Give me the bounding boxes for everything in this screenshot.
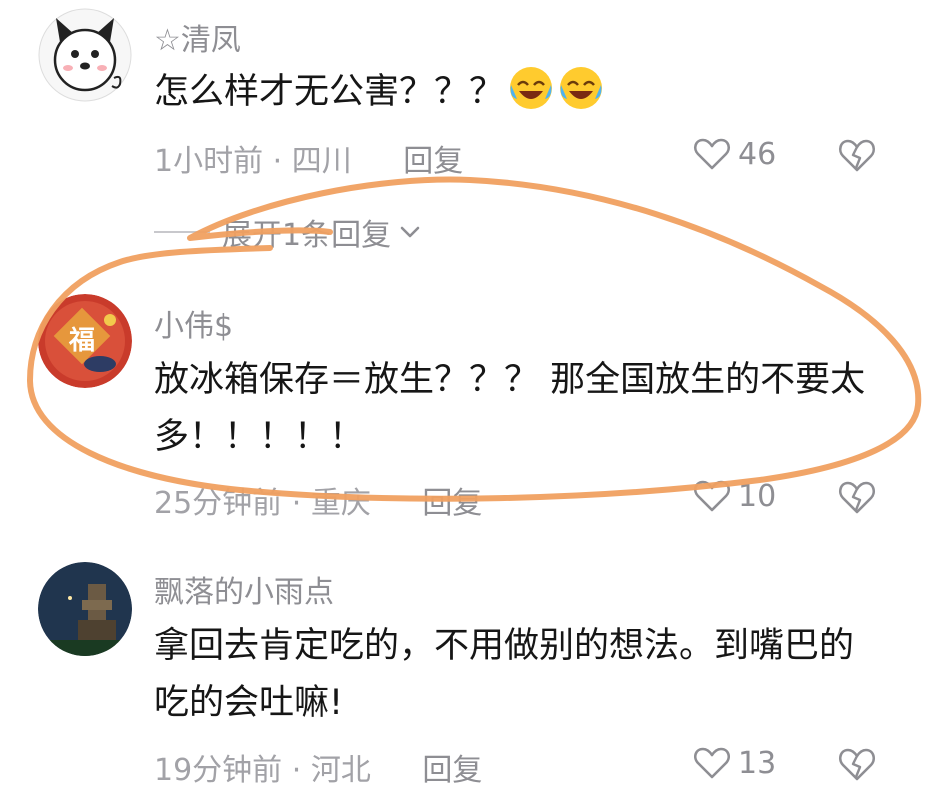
comment-time: 25分钟前 [154,486,283,521]
comment-meta: 1小时前 · 四川 回复 [154,136,463,180]
heart-outline-icon [693,747,731,779]
comment-meta: 25分钟前 · 重庆 回复 [154,478,482,522]
comment-text: 放冰箱保存＝放生？？？ 那全国放生的不要太多！！！！！ [154,360,866,457]
broken-heart-icon[interactable] [836,476,878,518]
user-avatar-night[interactable] [38,562,132,656]
svg-text:福: 福 [68,326,95,356]
reply-button[interactable]: 回复 [403,144,463,179]
expand-replies-button[interactable]: 展开1条回复 [154,210,423,254]
comment-username[interactable]: 小伟$ [154,301,233,345]
like-count: 46 [738,136,777,172]
user-avatar-dog[interactable] [38,8,132,102]
dog-avatar-icon [38,8,132,102]
comment-time: 19分钟前 [154,753,283,788]
like-count: 10 [738,478,777,514]
reply-button[interactable]: 回复 [422,753,482,788]
expand-replies-label: 展开1条回复 [222,218,392,253]
comment-time: 1小时前 [154,144,264,179]
meta-separator: · [291,486,302,521]
like-button[interactable]: 46 [692,134,776,174]
comment-username[interactable]: ☆清凤 [154,15,241,59]
comment-text: 拿回去肯定吃的，不用做别的想法。到嘴巴的吃的会吐嘛! [154,626,855,723]
like-count: 13 [738,745,777,781]
comment-text-content: 怎么样才无公害？？？ [154,72,505,112]
chevron-down-icon [400,226,420,238]
comment-username[interactable]: 飘落的小雨点 [154,567,334,611]
broken-heart-icon[interactable] [836,134,878,176]
comment-location: 重庆 [310,486,371,521]
broken-heart-icon[interactable] [836,743,878,785]
heart-outline-icon [693,138,731,170]
comment-location: 四川 [291,144,352,179]
heart-outline-icon [693,480,731,512]
like-button[interactable]: 10 [692,476,776,516]
laughing-emoji-icon [510,67,553,109]
reply-button[interactable]: 回复 [422,486,482,521]
comment-text: 怎么样才无公害？？？ [154,64,874,121]
meta-separator: · [291,753,302,788]
night-tower-avatar-icon [38,562,132,656]
comment-meta: 19分钟前 · 河北 回复 [154,745,482,789]
fu-character-avatar-icon: 福 [38,294,132,388]
like-button[interactable]: 13 [692,743,776,783]
laughing-emoji-icon [560,67,603,109]
expand-divider-line [154,231,210,233]
user-avatar-fu[interactable]: 福 [38,294,132,388]
meta-separator: · [272,144,283,179]
comment-location: 河北 [310,753,371,788]
